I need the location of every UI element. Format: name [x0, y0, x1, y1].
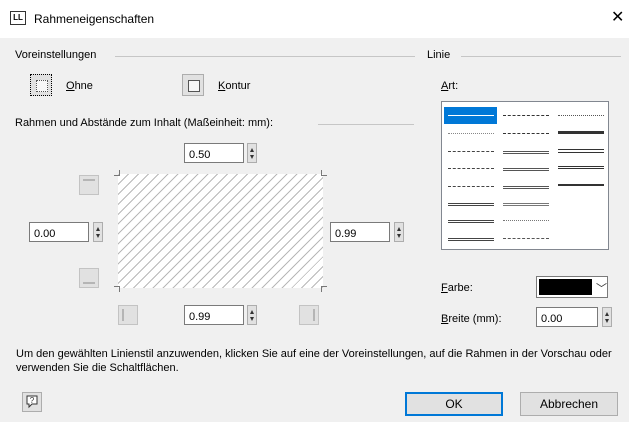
- frame-preview[interactable]: [114, 170, 327, 292]
- line-style-double-fine[interactable]: [503, 203, 549, 206]
- preset-outline-rest: ontur: [225, 80, 251, 92]
- line-style-double-3[interactable]: [448, 238, 494, 241]
- title-bar: LL Rahmeneigenschaften ✕: [0, 0, 629, 38]
- preset-outline-icon: [188, 80, 200, 92]
- line-style-dotted[interactable]: [558, 115, 604, 116]
- line-group-label: Linie: [427, 49, 451, 61]
- width-input[interactable]: [536, 307, 598, 327]
- line-style-list[interactable]: [441, 101, 609, 250]
- window-title: Rahmeneigenschaften: [34, 12, 155, 26]
- line-style-dash[interactable]: [448, 151, 494, 152]
- cancel-button[interactable]: Abbrechen: [520, 392, 618, 416]
- svg-text:?: ?: [30, 396, 35, 405]
- line-style-dash-dot-dot[interactable]: [448, 186, 494, 187]
- top-spacing-input[interactable]: [184, 143, 244, 163]
- line-style-dash-dot-2[interactable]: [503, 238, 549, 239]
- color-rest: arbe:: [447, 282, 473, 294]
- question-icon: ?: [26, 395, 38, 409]
- width-label: Breite (mm):: [441, 313, 502, 325]
- line-style-double[interactable]: [448, 203, 494, 206]
- color-mnemonic: F: [441, 282, 448, 294]
- preview-corner-br: [321, 286, 327, 292]
- line-style-thick-double[interactable]: [558, 149, 604, 153]
- line-style-double-dash-2[interactable]: [503, 168, 549, 171]
- color-swatch: [539, 279, 592, 295]
- preset-none-button[interactable]: [30, 74, 52, 96]
- right-spacing-input[interactable]: [330, 222, 390, 242]
- frame-group-label: Rahmen und Abstände zum Inhalt (Maßeinhe…: [15, 117, 274, 129]
- bottom-spacing-input[interactable]: [184, 305, 244, 325]
- line-style-double-2[interactable]: [448, 220, 494, 223]
- border-top-button[interactable]: [79, 175, 99, 195]
- line-style-medium[interactable]: [558, 184, 604, 186]
- preview-corner-tl: [114, 170, 120, 176]
- width-rest: reite (mm):: [448, 313, 502, 325]
- preset-outline-button[interactable]: [182, 74, 204, 96]
- app-icon: LL: [10, 11, 26, 25]
- presets-group-rule: [115, 56, 415, 57]
- frame-group-rule: [318, 124, 414, 125]
- border-bottom-button[interactable]: [79, 268, 99, 288]
- preset-none-rest: hne: [74, 80, 93, 92]
- right-spacing-spinner[interactable]: [394, 222, 404, 242]
- line-style-rest: rt:: [448, 80, 459, 92]
- border-right-button[interactable]: [299, 305, 319, 325]
- preset-none-icon: [36, 80, 48, 92]
- left-spacing-spinner[interactable]: [93, 222, 103, 242]
- line-style-dash-dot[interactable]: [448, 168, 494, 169]
- line-style-long-dash[interactable]: [503, 115, 549, 116]
- hint-text: Um den gewählten Linienstil anzuwenden, …: [16, 348, 612, 374]
- left-spacing-input[interactable]: [29, 222, 89, 242]
- color-combo[interactable]: ﹀: [536, 276, 608, 298]
- line-style-thick[interactable]: [558, 131, 604, 134]
- line-style-dotted-fine[interactable]: [448, 133, 494, 134]
- top-spacing-spinner[interactable]: [247, 143, 257, 163]
- line-style-dotted-2[interactable]: [503, 220, 549, 221]
- line-style-label: Art:: [441, 80, 458, 92]
- line-style-dash-2[interactable]: [503, 133, 549, 134]
- help-button[interactable]: ?: [22, 392, 42, 412]
- border-left-button[interactable]: [118, 305, 138, 325]
- ok-button[interactable]: OK: [405, 392, 503, 416]
- preset-outline-label[interactable]: Kontur: [218, 80, 250, 92]
- presets-group-label: Voreinstellungen: [15, 49, 97, 61]
- bottom-spacing-spinner[interactable]: [247, 305, 257, 325]
- preview-corner-bl: [114, 286, 120, 292]
- preset-none-label[interactable]: Ohne: [66, 80, 93, 92]
- close-icon[interactable]: ✕: [611, 10, 624, 26]
- line-style-solid-thin[interactable]: [448, 115, 494, 116]
- preview-corner-tr: [321, 170, 327, 176]
- line-style-thick-double-2[interactable]: [558, 166, 604, 169]
- line-style-double-dash[interactable]: [503, 151, 549, 154]
- width-spinner[interactable]: [602, 307, 612, 327]
- line-style-double-dash-3[interactable]: [503, 186, 549, 189]
- chevron-down-icon[interactable]: ﹀: [596, 280, 607, 296]
- preset-none-mnemonic: O: [66, 80, 75, 92]
- line-group-rule: [461, 56, 621, 57]
- color-label: Farbe:: [441, 282, 473, 294]
